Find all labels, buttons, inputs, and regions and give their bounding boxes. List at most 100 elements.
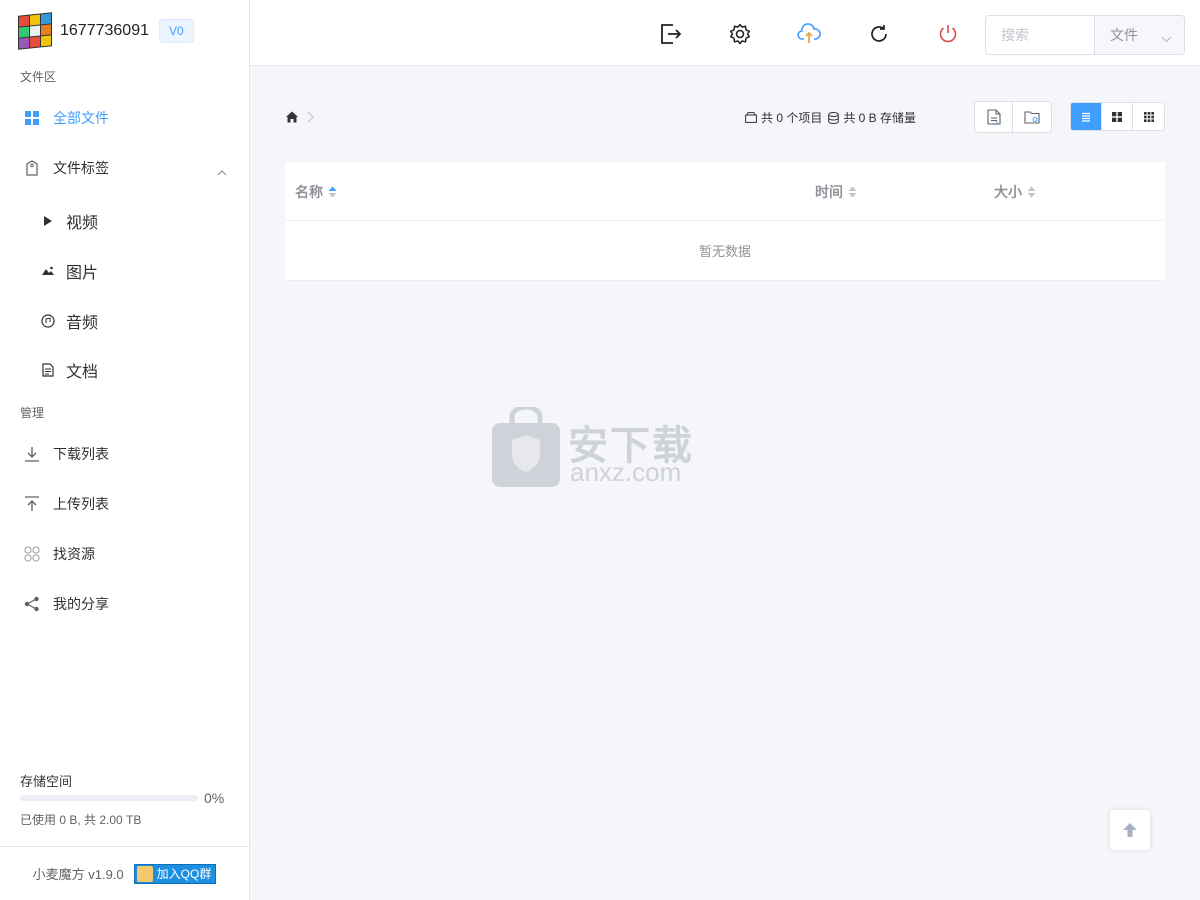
new-folder-button[interactable]	[1013, 102, 1051, 132]
sidebar-item-label: 上传列表	[53, 496, 109, 512]
storage-amount: 共 0 B 存储量	[843, 111, 917, 125]
storage-progress-bar	[20, 795, 198, 801]
watermark: 安下载 anxz.com	[490, 407, 710, 491]
tag-icon	[24, 160, 40, 176]
sidebar-item-label: 文档	[66, 364, 99, 381]
sidebar-item-my-shares[interactable]: 我的分享	[0, 584, 249, 624]
column-header-name[interactable]: 名称	[295, 182, 337, 202]
sidebar-item-image[interactable]: 图片	[0, 251, 249, 291]
upload-cloud-icon	[797, 23, 821, 43]
file-action-group	[974, 101, 1052, 133]
grid-view-icon	[1112, 111, 1122, 122]
chevron-right-icon	[307, 111, 314, 123]
search-type-value: 文件	[1110, 27, 1138, 43]
app-logo-icon	[18, 12, 52, 50]
column-header-time[interactable]: 时间	[815, 182, 857, 202]
column-header-label: 名称	[295, 184, 323, 200]
settings-button[interactable]	[728, 22, 752, 46]
image-icon	[40, 263, 56, 279]
sidebar-item-all-files[interactable]: 全部文件	[0, 98, 249, 138]
circles-icon	[24, 546, 40, 562]
database-icon	[828, 111, 840, 124]
view-mode-group	[1070, 102, 1165, 131]
sidebar-item-file-tags[interactable]: 文件标签	[0, 148, 249, 188]
list-view-button[interactable]	[1071, 103, 1102, 130]
sidebar-item-document[interactable]: 文档	[0, 350, 249, 390]
sidebar-item-label: 找资源	[53, 546, 95, 562]
list-view-icon	[1082, 112, 1090, 122]
search-input[interactable]	[986, 16, 1094, 54]
search-box: 文件	[985, 15, 1185, 55]
manage-section-title: 管理	[20, 406, 45, 420]
refresh-button[interactable]	[867, 22, 891, 46]
column-header-label: 大小	[994, 184, 1022, 200]
column-header-label: 时间	[815, 184, 843, 200]
storage-percent: 0%	[204, 790, 225, 806]
upload-cloud-button[interactable]	[797, 22, 821, 46]
grid-view-button[interactable]	[1102, 103, 1133, 130]
top-header: 文件	[250, 0, 1200, 66]
small-grid-view-icon	[1143, 111, 1154, 122]
sort-icon	[328, 186, 337, 198]
chevron-down-icon	[1161, 30, 1172, 46]
user-id: 1677736091	[60, 22, 149, 39]
column-header-size[interactable]: 大小	[994, 182, 1036, 202]
folder-stats: 共 0 个项目 共 0 B 存储量	[745, 109, 916, 126]
files-section-title: 文件区	[20, 70, 57, 84]
breadcrumb-home[interactable]	[286, 110, 298, 126]
share-icon	[24, 596, 40, 612]
qq-people-icon	[136, 865, 153, 882]
sidebar-item-download-list[interactable]: 下载列表	[0, 434, 249, 474]
chevron-up-icon	[217, 163, 227, 179]
arrow-up-icon	[1123, 823, 1137, 837]
sort-icon	[1027, 186, 1036, 198]
breadcrumb-separator	[307, 110, 314, 126]
logout-icon	[661, 24, 682, 44]
sidebar: 1677736091 V0 文件区 全部文件 文件标签 视频 图片 音频 文档 …	[0, 0, 250, 900]
upload-icon	[24, 496, 40, 512]
app-version: 小麦魔方 v1.9.0	[32, 867, 124, 882]
small-grid-view-button[interactable]	[1133, 103, 1164, 130]
grid-icon	[24, 110, 40, 126]
item-count: 共 0 个项目	[761, 111, 823, 125]
storage-used-text: 已使用 0 B, 共 2.00 TB	[20, 813, 142, 827]
sidebar-item-label: 视频	[66, 215, 99, 232]
sidebar-item-label: 音频	[66, 315, 99, 332]
audio-icon	[40, 313, 56, 329]
power-icon	[939, 25, 957, 43]
sidebar-item-label: 下载列表	[53, 446, 109, 462]
new-file-button[interactable]	[975, 102, 1013, 132]
join-qq-group-button[interactable]: 加入QQ群	[133, 863, 217, 884]
sidebar-item-label: 文件标签	[53, 160, 109, 176]
download-icon	[24, 446, 40, 462]
home-icon	[286, 111, 298, 123]
sidebar-item-video[interactable]: 视频	[0, 201, 249, 241]
back-to-top-button[interactable]	[1110, 810, 1150, 850]
sidebar-item-label: 全部文件	[53, 110, 109, 126]
sidebar-item-label: 我的分享	[53, 596, 109, 612]
document-icon	[40, 362, 56, 378]
storage-title: 存储空间	[20, 774, 73, 789]
power-button[interactable]	[936, 22, 960, 46]
new-file-icon	[986, 109, 1001, 125]
vip-level-badge: V0	[158, 19, 194, 43]
watermark-subtext: anxz.com	[570, 457, 682, 487]
box-icon	[745, 112, 757, 123]
table-empty-state: 暂无数据	[285, 221, 1165, 281]
sidebar-item-audio[interactable]: 音频	[0, 301, 249, 341]
sidebar-footer: 小麦魔方 v1.9.0 加入QQ群	[0, 846, 249, 900]
refresh-icon	[871, 25, 887, 42]
sidebar-item-upload-list[interactable]: 上传列表	[0, 484, 249, 524]
join-qq-group-label: 加入QQ群	[156, 867, 212, 881]
shield-bag-icon	[492, 407, 560, 487]
sort-icon	[848, 186, 857, 198]
sidebar-item-label: 图片	[66, 265, 99, 282]
search-type-select[interactable]: 文件	[1094, 16, 1184, 54]
settings-icon	[729, 23, 751, 45]
file-table: 名称 时间 大小 暂无数据	[285, 162, 1165, 281]
user-info: 1677736091 V0	[18, 12, 194, 50]
sidebar-item-find-resources[interactable]: 找资源	[0, 534, 249, 574]
table-header: 名称 时间 大小	[285, 162, 1165, 221]
new-folder-icon	[1024, 111, 1040, 124]
logout-button[interactable]	[659, 22, 683, 46]
